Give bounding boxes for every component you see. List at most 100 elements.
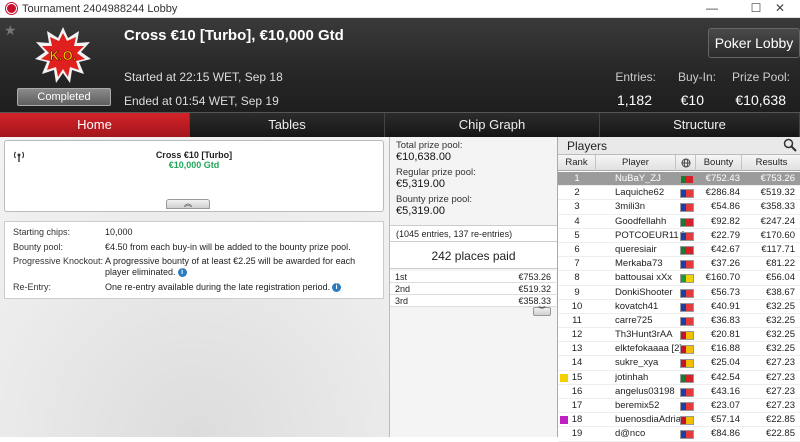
player-bounty: €40.91 (710, 300, 740, 312)
reentry-value: One re-entry available during the late r… (105, 282, 331, 292)
tab-structure[interactable]: Structure (600, 113, 800, 137)
player-bounty: €752.43 (705, 173, 740, 184)
player-name: queresiair (615, 243, 657, 255)
player-rank: 11 (572, 314, 582, 326)
player-row[interactable]: 16 angelus03198 €43.16 €27.23 (558, 385, 800, 399)
player-row[interactable]: 4 Goodfellahh €92.82 €247.24 (558, 215, 800, 229)
payout-row: 3rd €358.33 (390, 295, 556, 307)
player-bounty: €36.83 (710, 314, 740, 326)
payout-amount: €358.33 (518, 296, 551, 306)
minimize-button[interactable]: — (690, 0, 734, 18)
bounty-pool-value: €4.50 from each buy-in will be added to … (105, 242, 351, 252)
close-button[interactable]: ✕ (760, 0, 800, 18)
player-bounty: €57.14 (710, 414, 740, 426)
search-icon[interactable] (783, 138, 797, 152)
regular-prize-label: Regular prize pool: (396, 167, 476, 178)
player-row[interactable]: 1 NuBaY_ZJ €752.43 €753.26 (558, 172, 800, 187)
window-title: Tournament 2404988244 Lobby (22, 3, 178, 15)
player-rank: 10 (571, 300, 583, 312)
player-row[interactable]: 2 Laquiche62 €286.84 €519.32 (558, 186, 800, 201)
places-paid: 242 places paid (390, 241, 557, 269)
prizepool-label: Prize Pool: (731, 70, 790, 84)
player-row[interactable]: 5 POTCOEUR11 [2] €22.79 €170.60 (558, 229, 800, 243)
player-result: €27.23 (765, 385, 795, 397)
player-name: angelus03198 (615, 385, 675, 397)
player-result: €358.33 (760, 201, 795, 213)
player-rank: 8 (574, 272, 580, 284)
player-name: d@nco (615, 428, 646, 440)
tab-home[interactable]: Home (0, 113, 190, 137)
player-row[interactable]: 12 Th3Hunt3rAA €20.81 €32.25 (558, 328, 800, 343)
player-row[interactable]: 9 DonkiShooter €56.73 €38.67 (558, 286, 800, 300)
knockout-logo-icon: K.O. (35, 27, 91, 83)
player-row[interactable]: 3 3mili3n €54.86 €358.33 (558, 200, 800, 215)
player-result: €32.25 (765, 314, 795, 326)
tab-tables[interactable]: Tables (190, 113, 385, 137)
player-rank: 18 (571, 414, 583, 426)
player-rank: 12 (571, 329, 583, 341)
pko-row: A progressive bounty of at least €2.25 w… (105, 256, 381, 278)
payout-place: 3rd (395, 296, 409, 306)
player-rank: 7 (574, 258, 580, 270)
bounty-prize-value: €5,319.00 (396, 205, 445, 217)
player-result: €22.85 (765, 428, 795, 440)
player-bounty: €54.86 (710, 201, 740, 213)
payout-amount: €519.32 (518, 284, 551, 294)
player-bounty: €42.54 (710, 371, 740, 383)
prizepool-value: €10,638 (735, 92, 786, 108)
player-result: €117.71 (761, 243, 795, 255)
col-country[interactable] (676, 155, 696, 171)
player-row[interactable]: 7 Merkaba73 €37.26 €81.22 (558, 257, 800, 272)
col-results[interactable]: Results (742, 155, 800, 171)
collapse-button[interactable]: ︽ (166, 199, 210, 209)
player-row[interactable]: 10 kovatch41 €40.91 €32.25 (558, 300, 800, 314)
player-row[interactable]: 14 sukre_xya €25.04 €27.23 (558, 356, 800, 371)
player-rank: 6 (574, 243, 580, 255)
reentry-info-icon[interactable]: i (332, 283, 342, 293)
payout-row: 1st €753.26 (390, 271, 556, 283)
player-row[interactable]: 17 beremix52 €23.07 €27.23 (558, 399, 800, 414)
player-bounty: €84.86 (710, 428, 740, 440)
player-row[interactable]: 19 d@nco €84.86 €22.85 (558, 427, 800, 442)
entries-label: Entries: (615, 70, 656, 84)
expand-payouts-button[interactable]: ︾ (533, 307, 551, 316)
tab-chip-graph[interactable]: Chip Graph (385, 113, 600, 137)
player-bounty: €16.88 (710, 343, 740, 355)
player-bounty: €42.67 (710, 243, 740, 255)
player-name: sukre_xya (615, 357, 659, 369)
player-bounty: €23.07 (710, 400, 740, 411)
favorite-star-icon[interactable]: ★ (4, 22, 17, 39)
entries-value: 1,182 (616, 92, 652, 108)
player-row[interactable]: 15 jotinhah €42.54 €27.23 (558, 371, 800, 385)
player-rank: 14 (571, 357, 583, 369)
player-result: €247.24 (760, 215, 795, 227)
player-name: carre725 (615, 314, 653, 326)
entries-note: (1045 entries, 137 re-entries) (390, 225, 557, 241)
tournament-title: Cross €10 [Turbo], €10,000 Gtd (124, 27, 344, 44)
col-player[interactable]: Player (596, 155, 676, 171)
player-row[interactable]: 13 elktefokaaaa [2] €16.88 €32.25 (558, 342, 800, 357)
status-badge: Completed (17, 88, 111, 106)
player-row[interactable]: 8 battousai xXx €160.70 €56.04 (558, 271, 800, 286)
player-name: kovatch41 (615, 300, 659, 312)
player-row[interactable]: 18 buenosdiaAdrian €57.14 €22.85 (558, 413, 800, 428)
poker-lobby-button[interactable]: Poker Lobby (708, 28, 800, 58)
player-row[interactable]: 11 carre725 €36.83 €32.25 (558, 314, 800, 329)
player-result: €32.25 (765, 343, 795, 355)
player-name: battousai xXx (615, 272, 673, 284)
total-prize-label: Total prize pool: (396, 140, 463, 151)
player-bounty: €56.73 (710, 286, 740, 298)
player-rank: 4 (574, 215, 580, 227)
col-rank[interactable]: Rank (558, 155, 596, 171)
payout-place: 1st (395, 272, 408, 282)
player-rank: 19 (571, 428, 583, 440)
payout-place: 2nd (395, 284, 411, 294)
logo-text: K.O. (50, 48, 77, 63)
col-bounty[interactable]: Bounty (696, 155, 742, 171)
player-name: NuBaY_ZJ (615, 173, 661, 184)
info-tournament-name: Cross €10 [Turbo] (155, 150, 233, 160)
player-row[interactable]: 6 queresiair €42.67 €117.71 (558, 243, 800, 258)
player-bounty: €25.04 (710, 357, 740, 369)
player-bounty: €286.84 (705, 187, 740, 199)
pko-info-icon[interactable]: i (177, 268, 187, 278)
